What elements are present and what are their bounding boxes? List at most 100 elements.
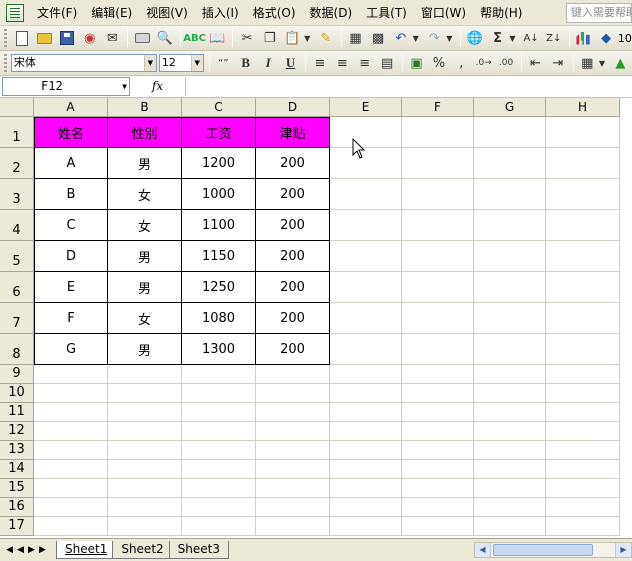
grid-cell[interactable] (256, 422, 330, 441)
grid-cell[interactable] (474, 179, 546, 210)
grid-cell[interactable] (330, 479, 402, 498)
row-header-10[interactable]: 10 (0, 384, 34, 403)
hyperlink-button[interactable]: 🌐 (464, 28, 486, 48)
table-cell[interactable]: 1200 (182, 148, 256, 179)
align-right-button[interactable]: ≡ (354, 53, 375, 73)
grid-cell[interactable] (256, 517, 330, 536)
grid-cell[interactable] (108, 517, 182, 536)
grid-cell[interactable] (108, 422, 182, 441)
grid-cell[interactable] (474, 365, 546, 384)
grid-cell[interactable] (182, 479, 256, 498)
font-name-select[interactable]: 宋体 ▼ (10, 54, 157, 72)
menu-tools[interactable]: 工具(T) (359, 2, 414, 24)
grid-cell[interactable] (546, 479, 620, 498)
cut-button[interactable]: ✂ (236, 28, 258, 48)
grid-cell[interactable] (402, 179, 474, 210)
scroll-left-icon[interactable]: ◀ (475, 543, 491, 557)
table-cell[interactable]: 1080 (182, 303, 256, 334)
email-button[interactable]: ✉ (102, 28, 124, 48)
sort-ascending-button[interactable]: A↓ (520, 28, 542, 48)
grid-cell[interactable] (330, 303, 402, 334)
drawing-button[interactable]: ◆ (595, 28, 617, 48)
grid-cell[interactable] (330, 179, 402, 210)
table-header-cell[interactable]: 工资 (182, 117, 256, 148)
grid-cell[interactable] (108, 498, 182, 517)
grid-cell[interactable] (182, 517, 256, 536)
excel-app-icon[interactable] (6, 3, 24, 22)
grid-cell[interactable] (34, 517, 108, 536)
row-header-15[interactable]: 15 (0, 479, 34, 498)
grid-cell[interactable] (474, 460, 546, 479)
column-header-d[interactable]: D (256, 98, 330, 117)
next-sheet-button[interactable]: ▶ (26, 545, 37, 555)
decrease-indent-button[interactable]: ⇤ (525, 53, 546, 73)
first-sheet-button[interactable]: ◀​ (4, 545, 15, 555)
format-painter-button[interactable]: ✎ (315, 28, 337, 48)
grid-cell[interactable] (34, 384, 108, 403)
grid-cell[interactable] (474, 148, 546, 179)
grid-cell[interactable] (402, 422, 474, 441)
increase-indent-button[interactable]: ⇥ (547, 53, 568, 73)
grid-cell[interactable] (108, 441, 182, 460)
font-size-select[interactable]: 12 ▼ (158, 54, 204, 72)
sort-descending-button[interactable]: Z↓ (543, 28, 565, 48)
autosum-button[interactable]: Σ (487, 28, 509, 48)
grid-cell[interactable] (34, 460, 108, 479)
table-cell[interactable]: 200 (256, 210, 330, 241)
table-cell[interactable]: 女 (108, 179, 182, 210)
grid-cell[interactable] (330, 210, 402, 241)
percent-button[interactable]: % (428, 53, 449, 73)
grid-cell[interactable] (546, 148, 620, 179)
print-button[interactable] (131, 28, 153, 48)
table-cell[interactable]: 1300 (182, 334, 256, 365)
table-header-cell[interactable]: 津贴 (256, 117, 330, 148)
horizontal-scrollbar[interactable]: ◀ ▶ (474, 542, 632, 558)
column-header-h[interactable]: H (546, 98, 620, 117)
grid-cell[interactable] (256, 384, 330, 403)
table-cell[interactable]: 200 (256, 179, 330, 210)
grid-cell[interactable] (546, 210, 620, 241)
table-cell[interactable]: 男 (108, 334, 182, 365)
decrease-decimal-button[interactable]: .00 (495, 53, 516, 73)
grid-cell[interactable] (546, 303, 620, 334)
grid-cell[interactable] (256, 403, 330, 422)
grid-cell[interactable] (546, 422, 620, 441)
save-button[interactable] (56, 28, 78, 48)
paste-button[interactable]: 📋 (282, 28, 304, 48)
row-header-9[interactable]: 9 (0, 365, 34, 384)
table-cell[interactable]: B (34, 179, 108, 210)
grid-cell[interactable] (108, 479, 182, 498)
grid-cell[interactable] (182, 422, 256, 441)
grid-cell[interactable] (182, 365, 256, 384)
bold-button[interactable]: B (235, 53, 256, 73)
grid-cell[interactable] (546, 517, 620, 536)
grid-cell[interactable] (256, 460, 330, 479)
table-cell[interactable]: 女 (108, 210, 182, 241)
menu-window[interactable]: 窗口(W) (414, 2, 473, 24)
grid-cell[interactable] (402, 117, 474, 148)
sheet-tab-sheet1[interactable]: Sheet1 (56, 541, 117, 559)
row-header-7[interactable]: 7 (0, 303, 34, 334)
grid-cell[interactable] (330, 403, 402, 422)
grid-cell[interactable] (182, 498, 256, 517)
grid-cell[interactable] (546, 403, 620, 422)
grid-cell[interactable] (546, 117, 620, 148)
merge-center-button[interactable]: ▤ (376, 53, 397, 73)
table-cell[interactable]: A (34, 148, 108, 179)
toolbar-grip[interactable] (4, 29, 7, 47)
grid-cell[interactable] (108, 384, 182, 403)
column-header-c[interactable]: C (182, 98, 256, 117)
align-center-button[interactable]: ≡ (332, 53, 353, 73)
row-header-16[interactable]: 16 (0, 498, 34, 517)
worksheet-grid[interactable]: A B C D E F G H 1 2 3 4 5 6 7 8 9 10 11 12 13 14 15 16 17 姓名 性别 工资津… (0, 98, 632, 538)
grid-cell[interactable] (182, 441, 256, 460)
grid-cell[interactable] (402, 460, 474, 479)
grid-cell[interactable] (108, 365, 182, 384)
prev-sheet-button[interactable]: ◀ (15, 545, 26, 555)
menu-format[interactable]: 格式(O) (246, 2, 303, 24)
zoom-box[interactable]: 10 (618, 32, 632, 45)
grid-cell[interactable] (546, 384, 620, 403)
grid-cell[interactable] (402, 403, 474, 422)
table-header-cell[interactable]: 姓名 (34, 117, 108, 148)
chevron-down-icon[interactable]: ▼ (143, 55, 156, 71)
